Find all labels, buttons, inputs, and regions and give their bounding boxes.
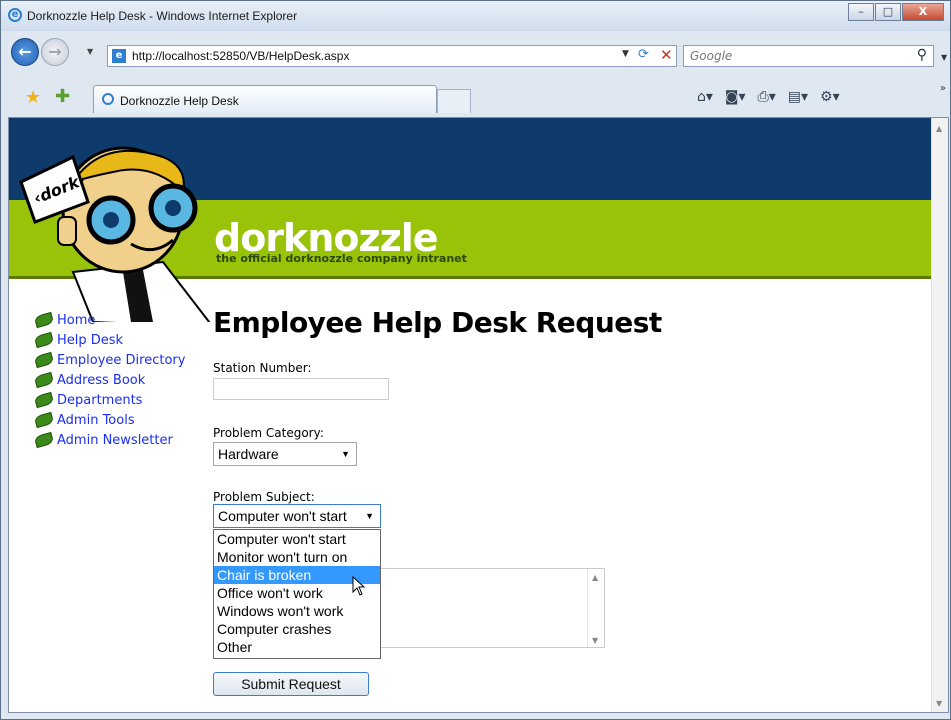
leaf-bullet-icon <box>33 431 55 449</box>
command-bar: ⌂▾ ◙▾ ⎙▾ ▤▾ ⚙▾ <box>697 89 840 105</box>
home-icon[interactable]: ⌂▾ <box>697 89 713 105</box>
search-input[interactable]: Google ⚲ <box>683 45 934 67</box>
address-input[interactable]: e http://localhost:52850/VB/HelpDesk.asp… <box>107 45 677 67</box>
search-placeholder: Google <box>690 49 733 63</box>
leaf-bullet-icon <box>33 311 55 329</box>
problem-subject-label: Problem Subject: <box>213 490 315 504</box>
address-dropdown-icon[interactable]: ▼ <box>622 49 629 59</box>
feeds-icon[interactable]: ◙▾ <box>725 89 746 105</box>
leaf-bullet-icon <box>33 371 55 389</box>
page-icon: e <box>112 49 126 63</box>
leaf-bullet-icon <box>33 351 55 369</box>
subject-option[interactable]: Computer won't start <box>214 530 380 548</box>
nav-link-employee-directory[interactable]: Employee Directory <box>57 353 185 368</box>
page-viewport: dorknozzle the official dorknozzle compa… <box>8 117 949 713</box>
nav-link-admin-tools[interactable]: Admin Tools <box>57 413 135 428</box>
browser-window: e Dorknozzle Help Desk - Windows Interne… <box>0 0 951 720</box>
print-icon[interactable]: ⎙▾ <box>758 89 776 105</box>
tab-label: Dorknozzle Help Desk <box>120 94 239 108</box>
search-icon[interactable]: ⚲ <box>917 47 927 63</box>
nav-link-departments[interactable]: Departments <box>57 393 142 408</box>
subject-option[interactable]: Windows won't work <box>214 602 380 620</box>
station-number-input[interactable] <box>213 378 389 400</box>
tab-dorknozzle-help-desk[interactable]: Dorknozzle Help Desk <box>93 85 437 113</box>
sidebar-item-admin-tools: Admin Tools <box>33 410 185 430</box>
leaf-bullet-icon <box>33 331 55 349</box>
sidebar-nav: Home Help Desk Employee Directory Addres… <box>33 310 185 450</box>
sidebar-item-admin-newsletter: Admin Newsletter <box>33 430 185 450</box>
scroll-down-icon[interactable]: ▼ <box>592 636 598 645</box>
nav-link-help-desk[interactable]: Help Desk <box>57 333 123 348</box>
page-title: Employee Help Desk Request <box>213 306 662 339</box>
textarea-scrollbar[interactable]: ▲ ▼ <box>587 569 604 647</box>
nav-link-address-book[interactable]: Address Book <box>57 373 145 388</box>
maximize-button[interactable]: □ <box>875 3 901 21</box>
subject-option[interactable]: Monitor won't turn on <box>214 548 380 566</box>
sidebar-item-home: Home <box>33 310 185 330</box>
search-options-icon[interactable]: ▼ <box>941 53 947 62</box>
sidebar-item-help-desk: Help Desk <box>33 330 185 350</box>
leaf-bullet-icon <box>33 391 55 409</box>
caption-buttons: – □ X <box>847 3 944 21</box>
scroll-down-icon[interactable]: ▼ <box>936 699 942 708</box>
scroll-up-icon[interactable]: ▲ <box>936 124 942 133</box>
mouse-pointer-icon <box>352 576 366 596</box>
stop-icon[interactable]: ✕ <box>660 46 673 64</box>
problem-subject-select[interactable]: Computer won't start ▼ <box>213 504 381 528</box>
chevron-down-icon: ▼ <box>365 511 374 521</box>
favorites-star-icon[interactable]: ★ <box>25 87 41 108</box>
tools-gear-icon[interactable]: ⚙▾ <box>820 89 840 105</box>
sidebar-item-employee-directory: Employee Directory <box>33 350 185 370</box>
close-button[interactable]: X <box>902 3 944 21</box>
page-menu-icon[interactable]: ▤▾ <box>788 89 808 105</box>
window-title: Dorknozzle Help Desk - Windows Internet … <box>27 9 298 23</box>
page-scrollbar[interactable]: ▲ ▼ <box>931 118 948 712</box>
title-bar: e Dorknozzle Help Desk - Windows Interne… <box>1 1 950 31</box>
sidebar-item-address-book: Address Book <box>33 370 185 390</box>
address-toolbar: ← → ▼ e http://localhost:52850/VB/HelpDe… <box>1 33 950 79</box>
category-selected-value: Hardware <box>218 446 279 462</box>
tab-ie-icon <box>102 93 114 105</box>
sidebar-item-departments: Departments <box>33 390 185 410</box>
subject-selected-value: Computer won't start <box>218 508 347 524</box>
nav-link-admin-newsletter[interactable]: Admin Newsletter <box>57 433 173 448</box>
problem-category-label: Problem Category: <box>213 426 324 440</box>
station-number-label: Station Number: <box>213 361 312 375</box>
history-dropdown-icon[interactable]: ▼ <box>87 47 93 56</box>
subject-option[interactable]: Other <box>214 638 380 656</box>
minimize-button[interactable]: – <box>848 3 874 21</box>
url-text: http://localhost:52850/VB/HelpDesk.aspx <box>132 49 350 63</box>
new-tab-button[interactable] <box>437 89 471 113</box>
favorites-bar: ★ ✚ Dorknozzle Help Desk ⌂▾ ◙▾ ⎙▾ ▤▾ ⚙▾ … <box>1 81 950 115</box>
ie-logo-icon: e <box>8 8 22 22</box>
forward-button[interactable]: → <box>41 38 69 66</box>
dorknozzle-mascot-logo: ‹dork› <box>19 146 211 322</box>
add-favorites-icon[interactable]: ✚ <box>55 86 70 107</box>
more-tools-chevron-icon[interactable]: » <box>940 83 946 94</box>
chevron-down-icon: ▼ <box>341 449 350 459</box>
scroll-up-icon[interactable]: ▲ <box>592 573 598 582</box>
nav-link-home[interactable]: Home <box>57 313 95 328</box>
submit-request-button[interactable]: Submit Request <box>213 672 369 696</box>
refresh-icon[interactable]: ⟳ <box>638 47 649 62</box>
site-tagline: the official dorknozzle company intranet <box>216 252 467 265</box>
subject-option[interactable]: Computer crashes <box>214 620 380 638</box>
problem-category-select[interactable]: Hardware ▼ <box>213 442 357 466</box>
back-button[interactable]: ← <box>11 38 39 66</box>
leaf-bullet-icon <box>33 411 55 429</box>
